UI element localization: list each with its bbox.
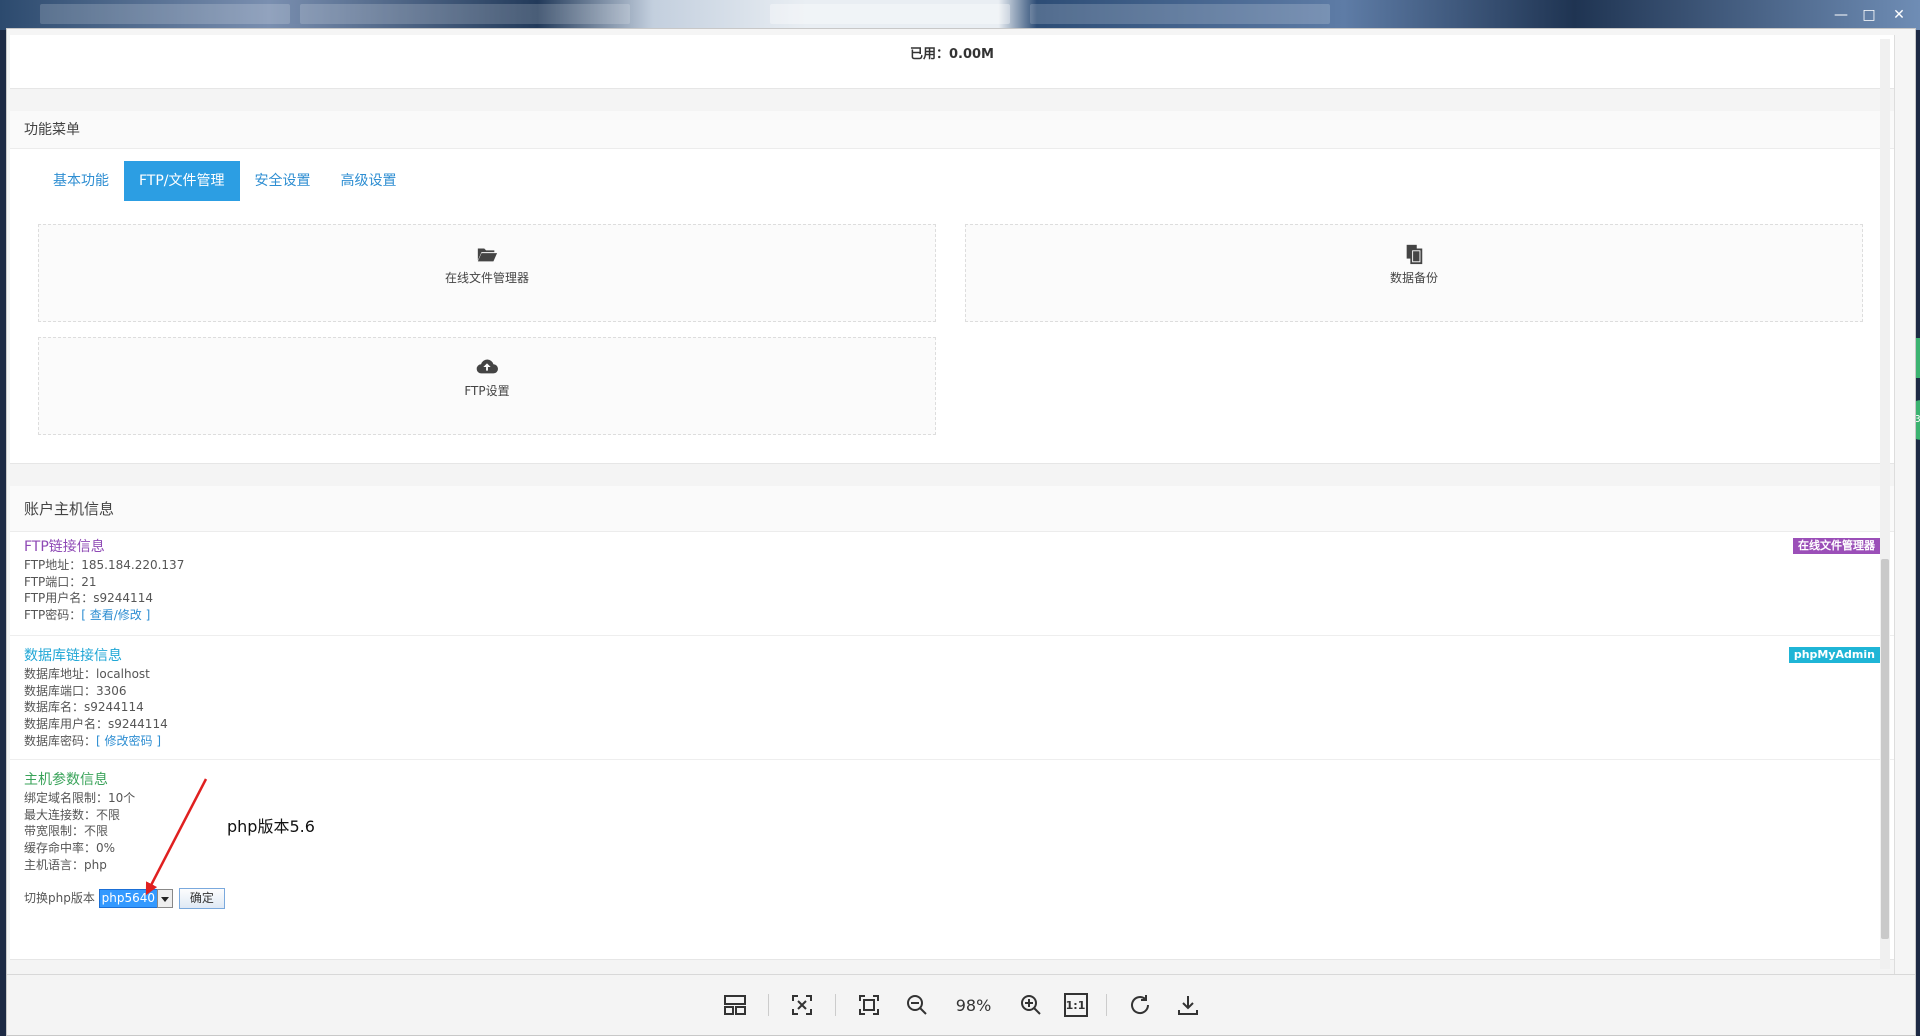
title-tab-ghost [770, 4, 1010, 24]
toolbar-separator [767, 994, 769, 1016]
db-info-section: 数据库链接信息 数据库地址：localhost 数据库端口：3306 数据库名：… [24, 646, 1884, 750]
db-name: s9244114 [84, 700, 144, 715]
viewer-toolbar: 98% 1:1 [7, 974, 1915, 1035]
web-page: 已用：0.00M 功能菜单 基本功能 FTP/文件管理 安全设置 高级设置 在线… [10, 35, 1895, 975]
tile-data-backup[interactable]: 数据备份 [965, 224, 1863, 322]
php-switch-row: 切换php版本 php5640 确定 [24, 887, 1884, 909]
title-tab-ghost [40, 4, 290, 24]
db-name-row: 数据库名：s9244114 [24, 700, 144, 715]
tab-advanced[interactable]: 高级设置 [326, 161, 412, 201]
scroll-thumb[interactable] [1881, 559, 1889, 939]
ftp-user: s9244114 [93, 591, 153, 606]
chevron-down-icon[interactable] [157, 888, 174, 908]
tile-file-manager[interactable]: 在线文件管理器 [38, 224, 936, 322]
tile-ftp-settings[interactable]: FTP设置 [38, 337, 936, 435]
file-manager-badge[interactable]: 在线文件管理器 [1793, 538, 1880, 554]
confirm-button[interactable]: 确定 [178, 887, 225, 909]
php-switch-label: 切换php版本 [24, 890, 95, 905]
host-info-title: 主机参数信息 [24, 772, 108, 788]
ftp-address: 185.184.220.137 [81, 558, 185, 572]
db-password-row: 数据库密码：[ 修改密码 ] [24, 733, 162, 748]
ftp-info-title: FTP链接信息 [24, 539, 105, 555]
zoom-in-icon[interactable] [1016, 990, 1046, 1020]
php-version-select[interactable]: php5640 [98, 888, 159, 908]
tab-security[interactable]: 安全设置 [240, 161, 326, 201]
annotation-text: php版本5.6 [227, 817, 315, 836]
tab-basic[interactable]: 基本功能 [38, 161, 124, 201]
tab-ftp-file[interactable]: FTP/文件管理 [124, 161, 240, 201]
max-conn: 不限 [96, 807, 121, 822]
section-divider [10, 88, 1894, 112]
close-button[interactable]: ✕ [1892, 8, 1906, 22]
domain-limit: 10个 [108, 791, 136, 805]
db-user: s9244114 [108, 717, 168, 732]
actual-size-button[interactable]: 1:1 [1063, 993, 1088, 1017]
image-viewer: 已用：0.00M 功能菜单 基本功能 FTP/文件管理 安全设置 高级设置 在线… [6, 28, 1916, 1036]
menu-panel-title: 功能菜单 [10, 111, 1894, 149]
phpmyadmin-badge[interactable]: phpMyAdmin [1788, 647, 1880, 663]
host-language: php [84, 857, 107, 872]
fullscreen-icon[interactable] [854, 990, 884, 1020]
menu-tabs: 基本功能 FTP/文件管理 安全设置 高级设置 [38, 161, 412, 201]
page-scrollbar[interactable] [1880, 39, 1890, 969]
db-user-row: 数据库用户名：s9244114 [24, 717, 168, 732]
tile-label: 数据备份 [1389, 271, 1438, 285]
window-title-bar: — □ ✕ [0, 0, 1920, 30]
db-address-row: 数据库地址：localhost [24, 667, 150, 681]
row-divider [10, 635, 1894, 636]
cache-hit-row: 缓存命中率：0% [24, 841, 116, 856]
maximize-button[interactable]: □ [1862, 8, 1876, 22]
row-divider [10, 759, 1894, 760]
section-divider [10, 959, 1894, 975]
toolbar-separator [834, 994, 836, 1016]
fit-screen-icon[interactable] [787, 990, 817, 1020]
zoom-out-icon[interactable] [902, 990, 932, 1020]
account-panel-title: 账户主机信息 [10, 486, 1894, 532]
usage-text: 已用：0.00M [909, 47, 994, 62]
actual-size-label: 1:1 [1065, 998, 1086, 1012]
ftp-address-row: FTP地址：185.184.220.137 [24, 558, 185, 572]
layout-icon[interactable] [720, 990, 750, 1020]
ftp-password-row: FTP密码：[ 查看/修改 ] [24, 608, 151, 623]
db-port: 3306 [96, 683, 127, 698]
db-port-row: 数据库端口：3306 [24, 683, 127, 698]
db-address: localhost [96, 667, 150, 681]
ftp-user-row: FTP用户名：s9244114 [24, 591, 153, 606]
title-tab-ghost [1030, 4, 1330, 24]
bandwidth: 不限 [84, 824, 109, 839]
minimize-button[interactable]: — [1834, 8, 1848, 22]
section-divider [10, 463, 1894, 487]
title-tab-ghost [300, 4, 630, 24]
ftp-password-link[interactable]: [ 查看/修改 ] [81, 608, 150, 622]
db-password-link[interactable]: [ 修改密码 ] [96, 734, 161, 748]
folder-open-icon [477, 248, 498, 262]
cache-hit: 0% [96, 841, 116, 856]
host-info-section: 主机参数信息 绑定域名限制：10个 最大连接数：不限 带宽限制：不限 缓存命中率… [24, 770, 1884, 909]
ftp-info-section: FTP链接信息 FTP地址：185.184.220.137 FTP端口：21 F… [24, 537, 1884, 624]
tile-label: 在线文件管理器 [444, 271, 529, 285]
zoom-level: 98% [955, 995, 992, 1015]
ftp-port: 21 [81, 574, 97, 589]
language-row: 主机语言：php [24, 857, 107, 872]
ftp-port-row: FTP端口：21 [24, 574, 97, 589]
toolbar-separator [1105, 994, 1107, 1016]
tile-label: FTP设置 [464, 384, 510, 398]
copy-icon [1406, 244, 1423, 265]
domain-limit-row: 绑定域名限制：10个 [24, 791, 136, 805]
db-info-title: 数据库链接信息 [24, 648, 122, 664]
cloud-upload-icon [476, 359, 498, 374]
rotate-icon[interactable] [1125, 990, 1155, 1020]
download-icon[interactable] [1173, 990, 1203, 1020]
